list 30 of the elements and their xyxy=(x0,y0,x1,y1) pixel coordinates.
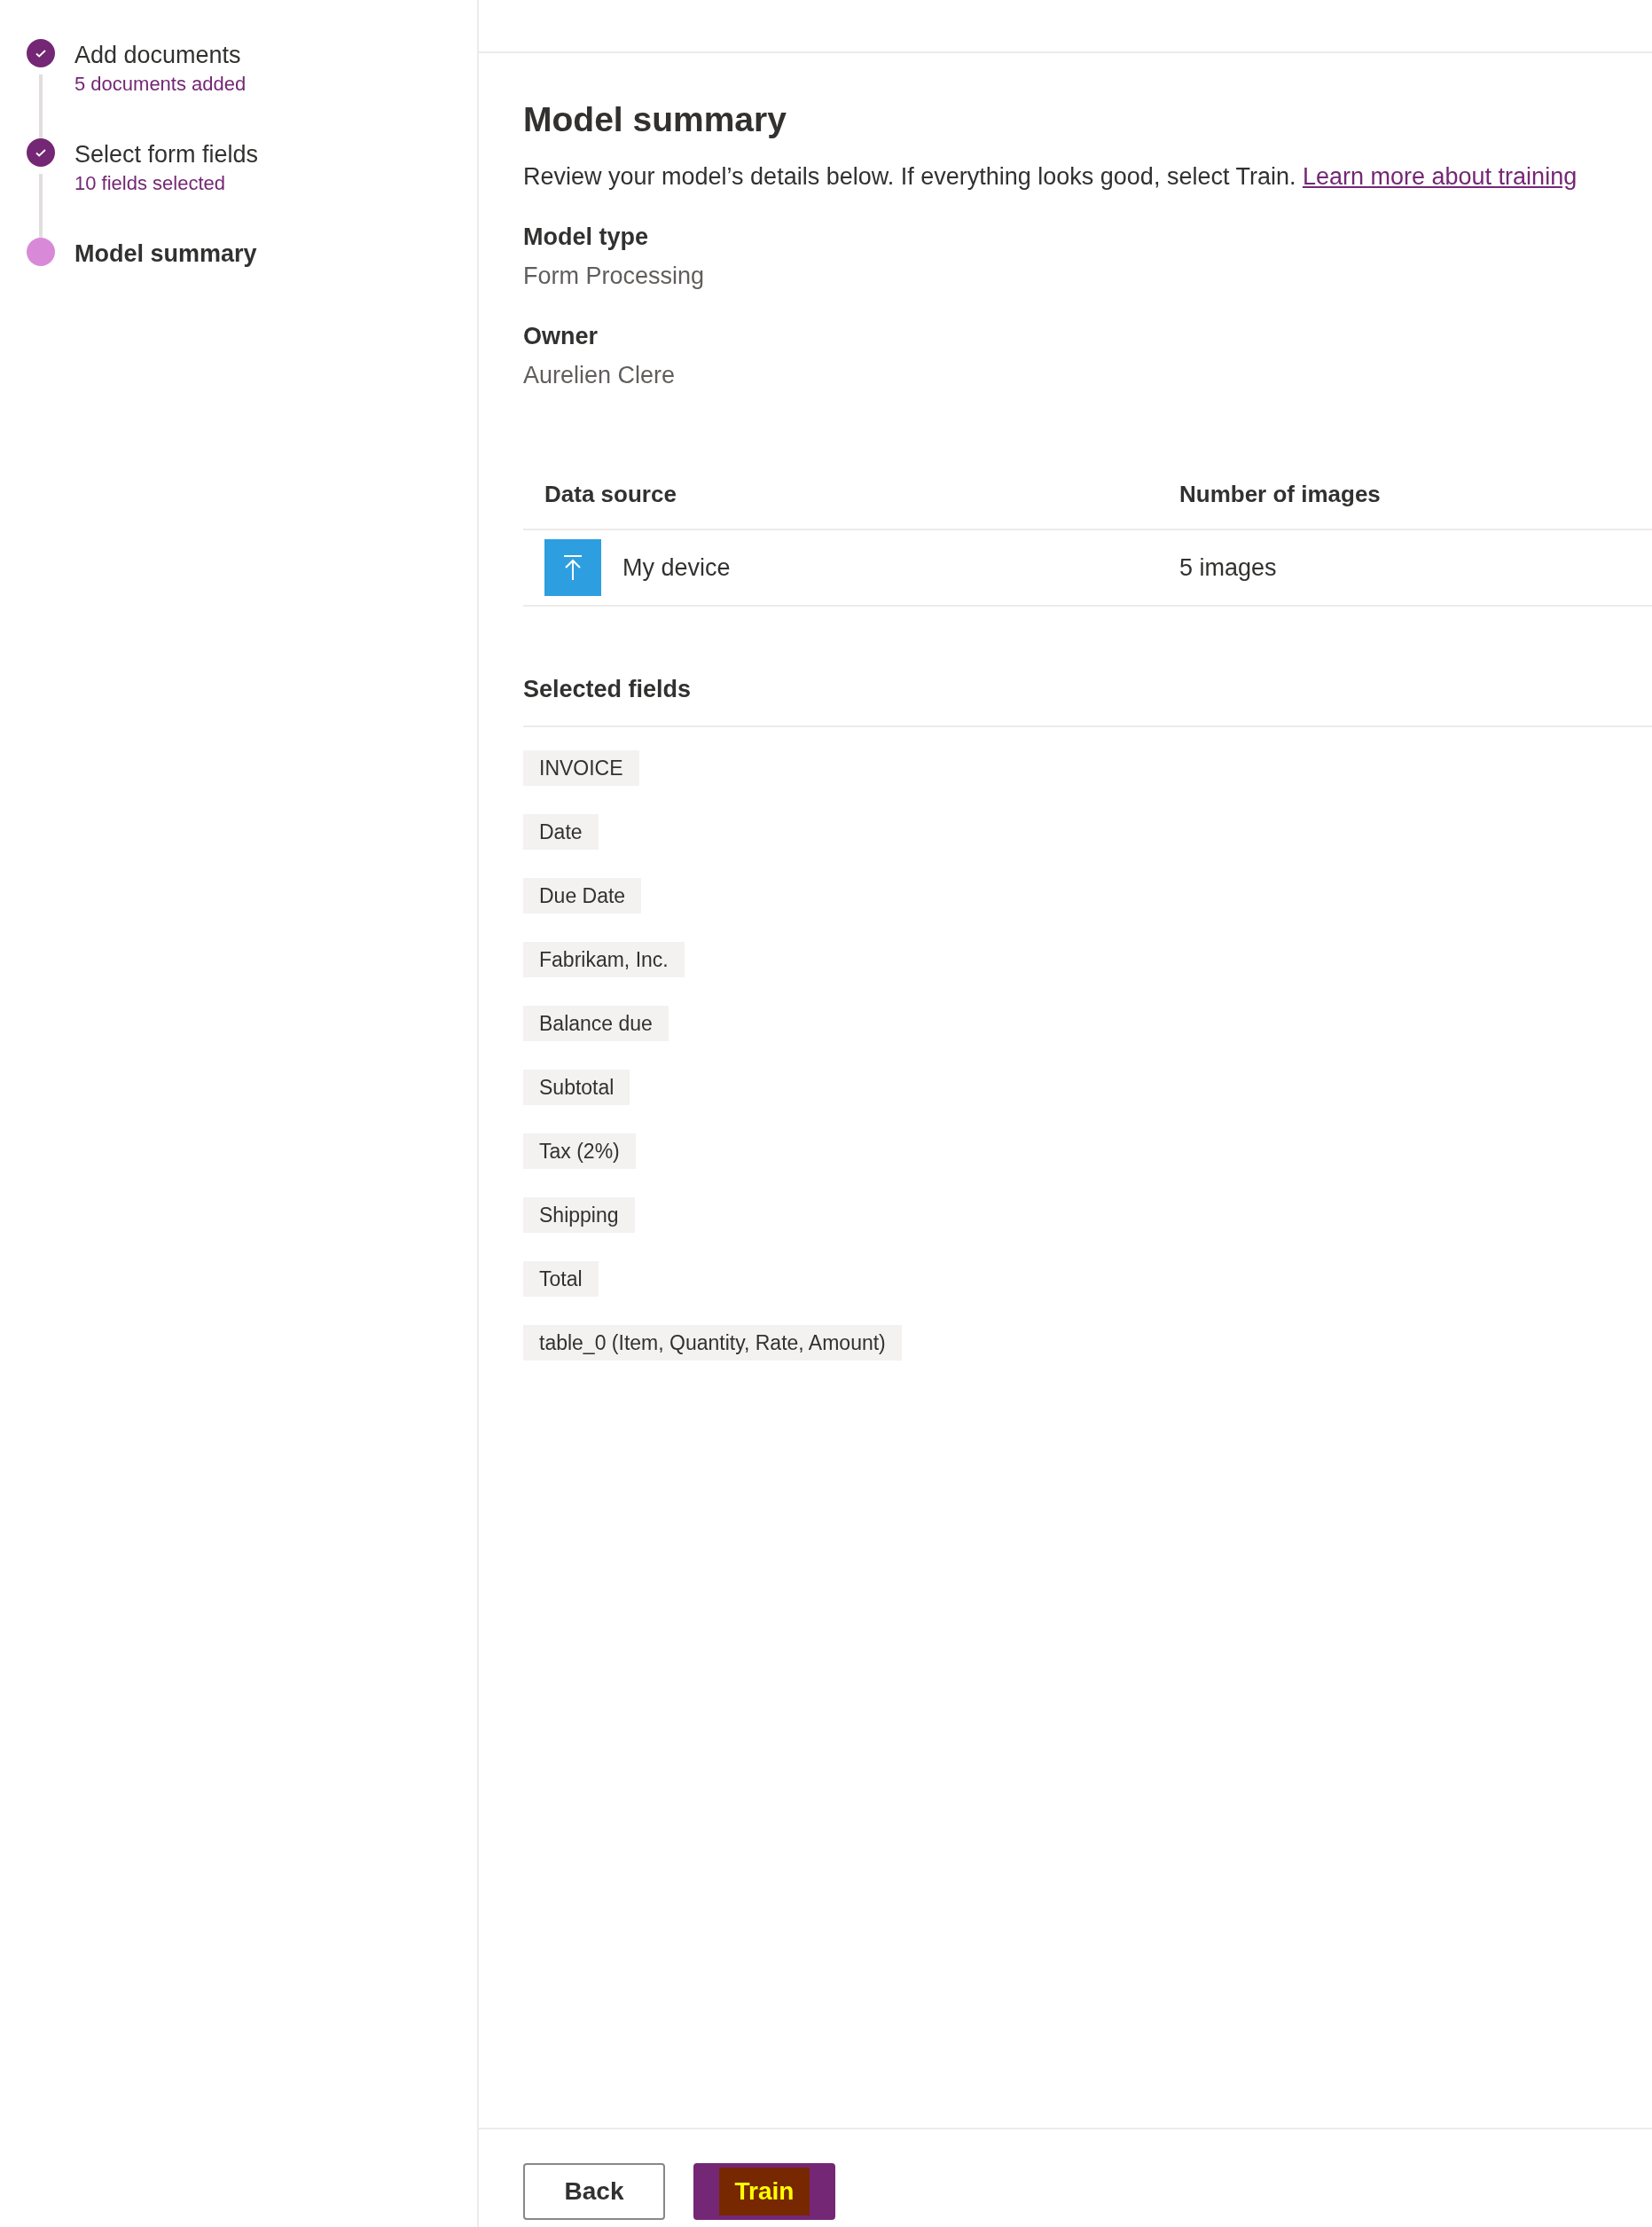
step-detail: 5 documents added xyxy=(74,72,247,97)
section-title: Selected fields xyxy=(523,675,693,704)
upload-icon xyxy=(544,539,601,596)
page-heading: Model summary xyxy=(523,99,787,140)
step-detail: 10 fields selected xyxy=(74,171,226,196)
back-button[interactable]: Back xyxy=(523,2163,665,2220)
field-tag: Shipping xyxy=(523,1197,635,1233)
step-label: Model summary xyxy=(74,239,257,269)
field-tag: Balance due xyxy=(523,1006,669,1041)
detail-label: Owner xyxy=(523,322,599,351)
column-header: Number of images xyxy=(1179,479,1381,509)
field-tag: Date xyxy=(523,814,599,850)
detail-label: Model type xyxy=(523,223,649,252)
field-tag: Subtotal xyxy=(523,1070,630,1105)
column-header: Data source xyxy=(544,479,677,509)
step-label: Select form fields xyxy=(74,140,259,169)
detail-value: Form Processing xyxy=(523,262,706,291)
table-cell-text: 5 images xyxy=(1179,553,1277,583)
train-button[interactable]: Train xyxy=(693,2163,835,2220)
detail-value: Aurelien Clere xyxy=(523,361,677,390)
intro-text: Review your model’s details below. If everything looks good, select Train. Learn more about training xyxy=(523,162,1578,192)
field-tag: table_0 (Item, Quantity, Rate, Amount) xyxy=(523,1325,902,1361)
field-tag: Due Date xyxy=(523,878,642,914)
training-link[interactable]: Learn more about training xyxy=(1302,163,1578,190)
table-cell-text: My device xyxy=(622,553,731,583)
field-tag: INVOICE xyxy=(523,750,639,786)
field-tag: Tax (2%) xyxy=(523,1133,636,1169)
field-tag: Fabrikam, Inc. xyxy=(523,942,685,977)
field-tag: Total xyxy=(523,1261,599,1297)
step-label: Add documents xyxy=(74,41,242,70)
